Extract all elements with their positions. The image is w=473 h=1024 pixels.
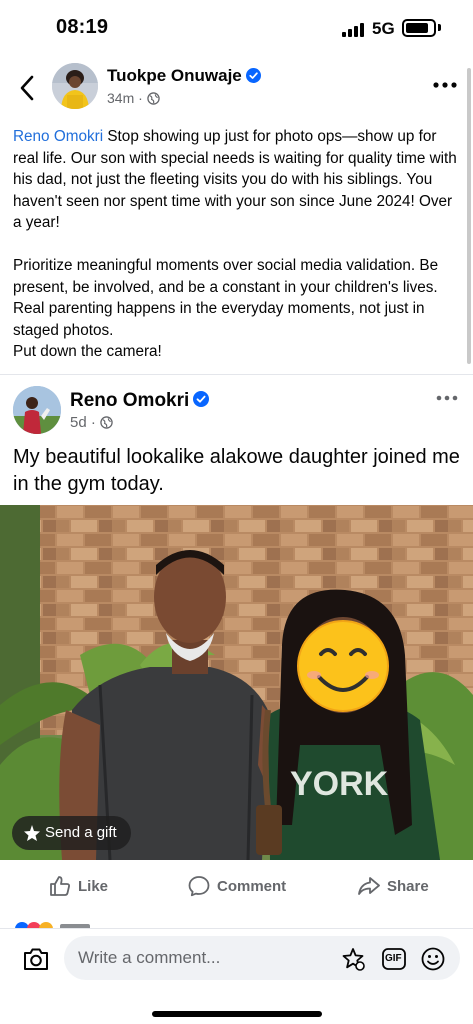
post-photo[interactable]: YORK [0, 505, 473, 860]
send-gift-label[interactable]: Send a gift [45, 824, 117, 841]
comment-bar: Write a comment... GIF [0, 928, 473, 1024]
camera-icon[interactable] [22, 946, 50, 972]
post-meta: 34m · [107, 90, 160, 106]
gif-label: GIF [385, 953, 402, 964]
divider [0, 374, 473, 375]
gif-button[interactable]: GIF [381, 946, 407, 972]
gift-star-icon [24, 825, 40, 841]
post-author-name[interactable]: Tuokpe Onuwaje [107, 66, 261, 86]
verified-badge-icon [193, 391, 210, 408]
author-avatar[interactable] [52, 63, 98, 109]
like-button[interactable]: Like [48, 868, 118, 906]
back-arrow-icon[interactable] [14, 72, 42, 104]
avatar-sticker-icon[interactable] [340, 946, 366, 972]
comment-button[interactable]: Comment [187, 868, 297, 906]
emoji-icon[interactable] [420, 946, 446, 972]
battery-tip [438, 24, 441, 31]
shared-post-text: My beautiful lookalike alakowe daughter … [13, 446, 460, 495]
network-type: 5G [372, 19, 395, 38]
shirt-lettering: YORK [290, 765, 389, 803]
send-gift-button[interactable]: Send a gift [12, 816, 131, 850]
verified-badge-icon [245, 67, 261, 83]
shared-post-time: 5d [70, 414, 87, 431]
scrollbar[interactable] [467, 68, 471, 364]
battery-icon [402, 19, 436, 37]
status-time: 08:19 [56, 16, 109, 38]
shared-more-options-icon[interactable] [436, 394, 458, 402]
comment-input[interactable]: Write a comment... GIF [64, 936, 460, 980]
post-header: Tuokpe Onuwaje 34m · [0, 58, 473, 120]
comment-label[interactable]: Comment [217, 878, 286, 895]
shared-author-avatar[interactable] [13, 386, 61, 434]
shared-author-name[interactable]: Reno Omokri [70, 390, 210, 412]
shared-post-meta: 5d · [70, 414, 113, 431]
post-body: Reno Omokri Stop showing up just for pho… [13, 126, 460, 363]
comment-placeholder[interactable]: Write a comment... [78, 948, 220, 968]
comment-bubble-icon [188, 876, 210, 897]
thumbs-up-icon [50, 876, 70, 896]
globe-icon [146, 92, 160, 105]
share-arrow-icon [358, 877, 380, 895]
like-label[interactable]: Like [78, 878, 108, 895]
share-button[interactable]: Share [357, 868, 437, 906]
shared-author-label[interactable]: Reno Omokri [70, 390, 189, 411]
share-label[interactable]: Share [387, 878, 429, 895]
post-body-text: Stop showing up just for photo ops—show … [13, 128, 457, 360]
signal-icon [342, 23, 364, 37]
mention-link[interactable]: Reno Omokri [13, 128, 103, 145]
home-indicator[interactable] [152, 1011, 322, 1017]
globe-icon [100, 415, 113, 429]
action-bar: Like Comment Share [0, 868, 473, 908]
post-time: 34m [107, 90, 135, 106]
smiling-face-emoji-icon [297, 620, 389, 712]
post-author-label[interactable]: Tuokpe Onuwaje [107, 66, 242, 85]
more-options-icon[interactable] [432, 80, 458, 90]
status-bar: 08:19 5G [0, 0, 473, 58]
